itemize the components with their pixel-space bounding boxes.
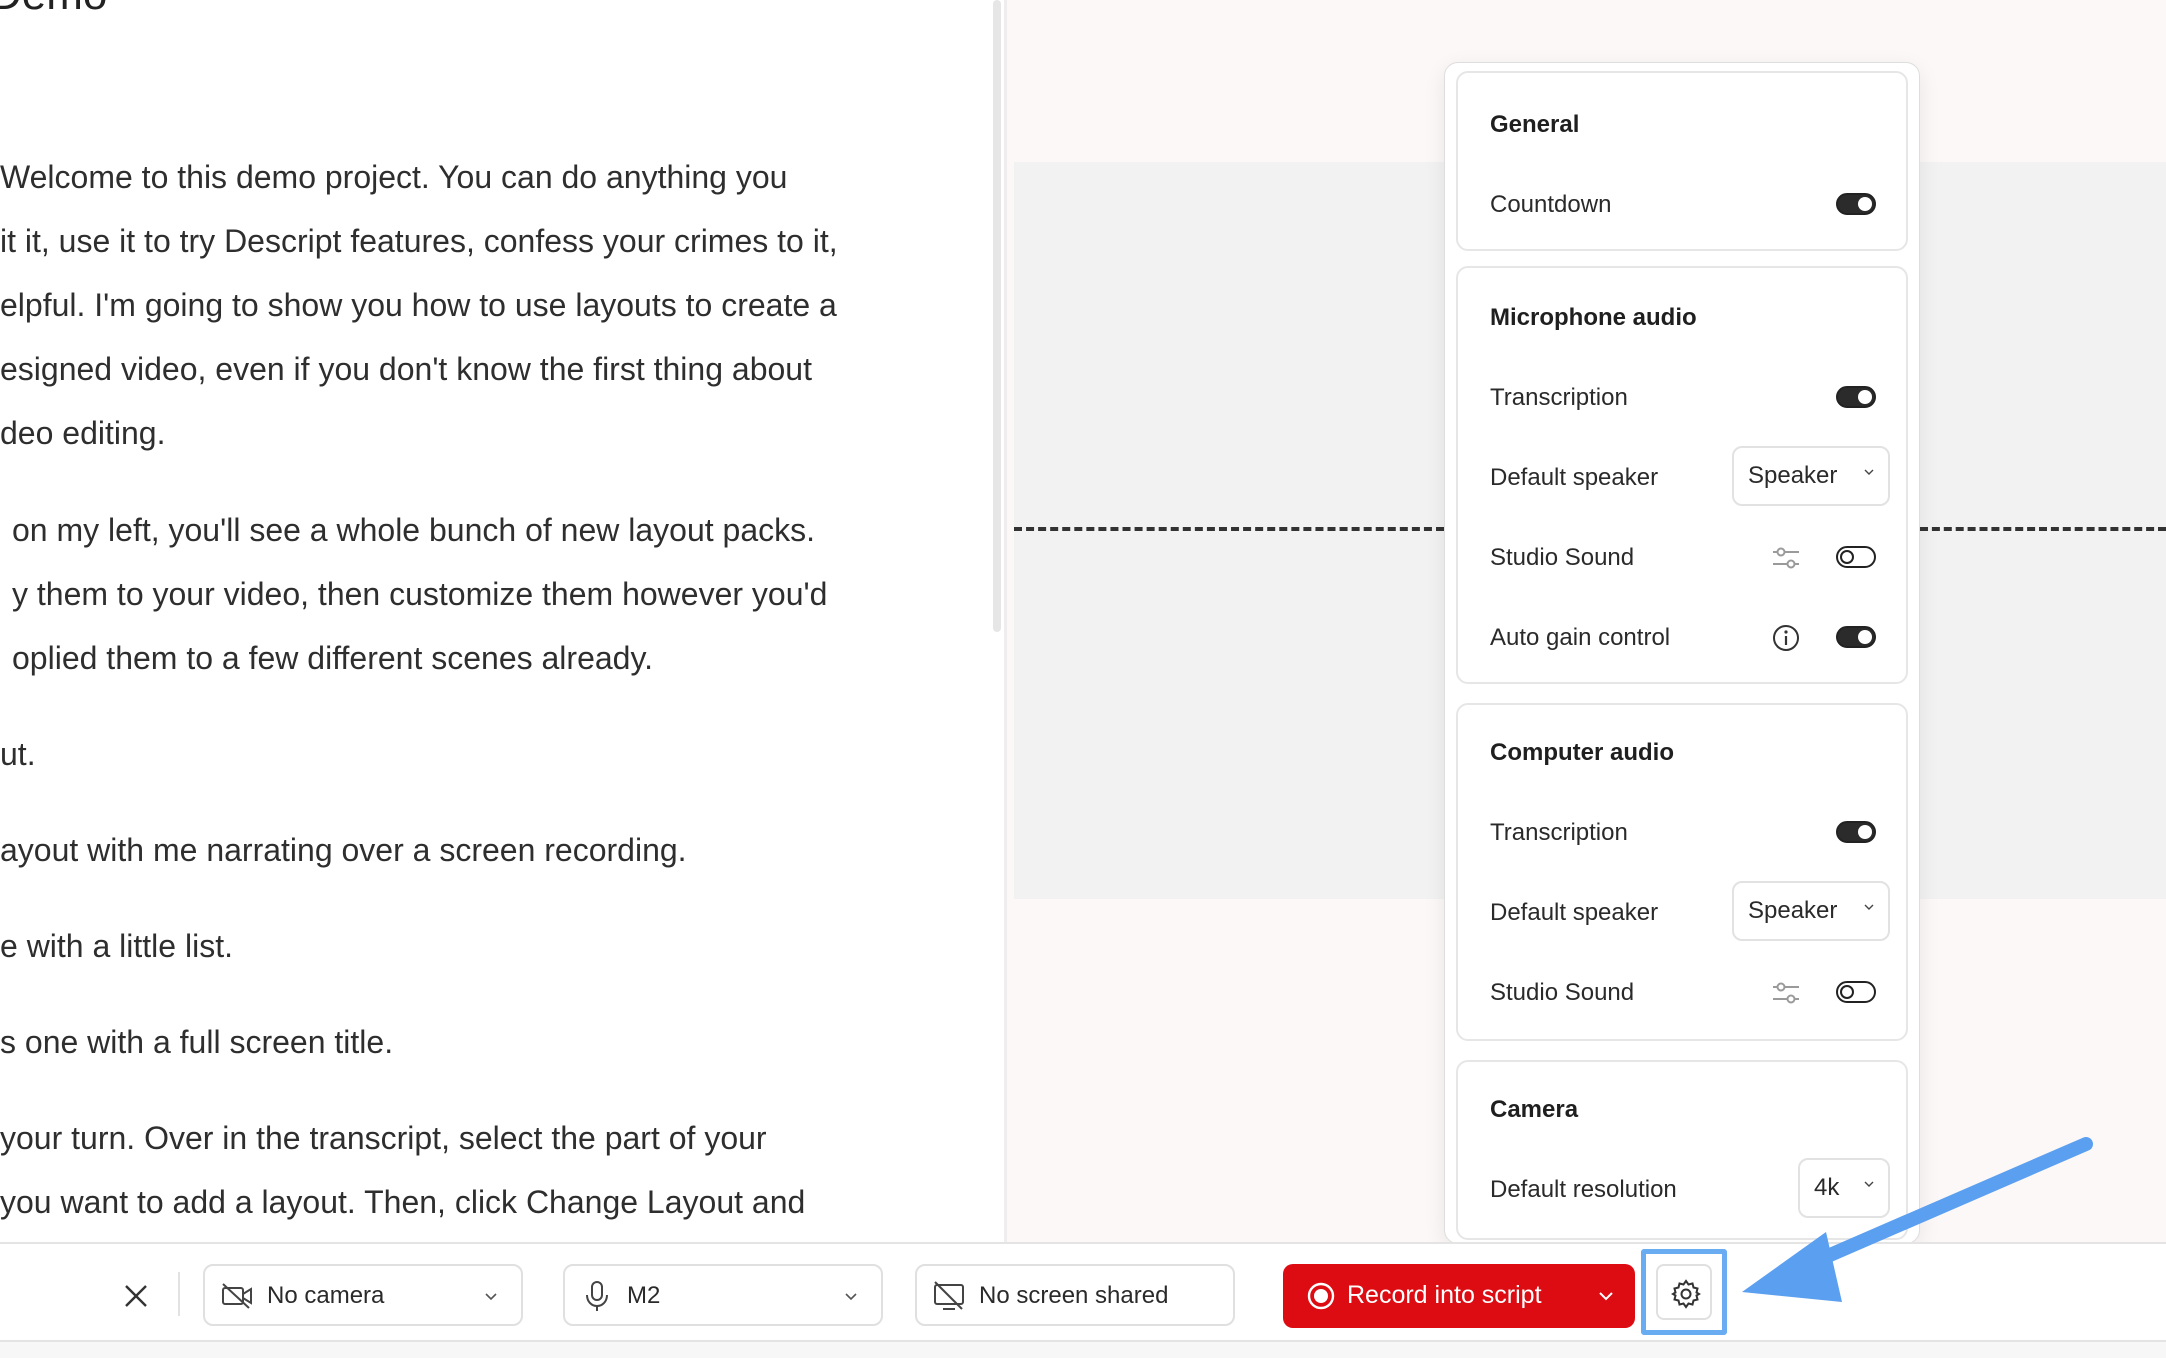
dashed-guide-left — [1014, 527, 1444, 531]
gear-icon — [1671, 1279, 1701, 1309]
script-scrollbar[interactable] — [993, 0, 1001, 632]
computer-audio-card: Computer audio Transcription Default spe… — [1456, 703, 1908, 1041]
script-line: Welcome to this demo project. You can do… — [0, 159, 788, 195]
record-button-label: Record into script — [1347, 1281, 1542, 1309]
script-line: esigned video, even if you don't know th… — [0, 351, 812, 387]
script-line: ayout with me narrating over a screen re… — [0, 832, 687, 868]
general-card: General Countdown — [1456, 71, 1908, 251]
countdown-label: Countdown — [1490, 191, 1612, 218]
window-bottom-edge — [0, 1342, 2166, 1358]
auto-gain-label: Auto gain control — [1490, 624, 1671, 651]
general-title: General — [1490, 111, 1580, 138]
mic-default-speaker-label: Default speaker — [1490, 464, 1659, 491]
countdown-toggle[interactable] — [1836, 193, 1876, 215]
microphone-icon — [586, 1281, 608, 1311]
computer-studio-sound-label: Studio Sound — [1490, 979, 1635, 1006]
script-paragraph[interactable]: Welcome to this demo project. You can do… — [0, 145, 838, 465]
script-title: Demo — [0, 0, 107, 20]
computer-transcription-toggle[interactable] — [1836, 821, 1876, 843]
script-editor[interactable]: Demo Welcome to this demo project. You c… — [0, 0, 1000, 1242]
microphone-audio-title: Microphone audio — [1490, 304, 1697, 331]
auto-gain-toggle[interactable] — [1836, 626, 1876, 648]
camera-off-icon — [222, 1283, 252, 1309]
toolbar-separator — [178, 1272, 180, 1316]
microphone-select-label: M2 — [627, 1282, 661, 1309]
chevron-down-icon — [485, 1293, 497, 1301]
close-icon[interactable] — [120, 1280, 152, 1312]
camera-title: Camera — [1490, 1096, 1579, 1123]
mic-default-speaker-value: Speaker — [1748, 462, 1838, 489]
chevron-down-icon[interactable] — [1599, 1289, 1613, 1303]
recording-settings-button[interactable] — [1641, 1249, 1727, 1335]
annotation-arrow — [1742, 1137, 2093, 1302]
mic-studio-sound-toggle[interactable] — [1836, 546, 1876, 568]
chevron-down-icon — [1864, 469, 1874, 475]
chevron-down-icon — [1864, 904, 1874, 910]
recording-settings-popover: General Countdown Microphone audio Trans… — [1444, 62, 1920, 1244]
computer-studio-sound-toggle[interactable] — [1836, 981, 1876, 1003]
computer-default-speaker-select[interactable]: Speaker — [1732, 881, 1890, 941]
script-line: e with a little list. — [0, 928, 233, 964]
script-line: you want to add a layout. Then, click Ch… — [0, 1184, 806, 1220]
computer-default-speaker-value: Speaker — [1748, 897, 1838, 924]
dashed-guide-right — [1920, 527, 2166, 531]
chevron-down-icon — [845, 1293, 857, 1301]
script-line: deo editing. — [0, 415, 166, 451]
script-line: on my left, you'll see a whole bunch of … — [12, 512, 815, 548]
computer-audio-title: Computer audio — [1490, 739, 1674, 766]
microphone-audio-card: Microphone audio Transcription Default s… — [1456, 266, 1908, 684]
script-line: ut. — [0, 736, 36, 772]
info-icon[interactable] — [1770, 622, 1802, 654]
mic-transcription-toggle[interactable] — [1836, 386, 1876, 408]
script-paragraph[interactable]: your turn. Over in the transcript, selec… — [0, 1106, 805, 1234]
screen-share-select[interactable]: No screen shared — [915, 1264, 1235, 1326]
script-line: y them to your video, then customize the… — [12, 576, 828, 612]
microphone-select[interactable]: M2 — [563, 1264, 883, 1326]
default-resolution-label: Default resolution — [1490, 1176, 1677, 1203]
computer-default-speaker-label: Default speaker — [1490, 899, 1659, 926]
script-paragraph[interactable]: e with a little list. — [0, 914, 233, 978]
script-paragraph[interactable]: ayout with me narrating over a screen re… — [0, 818, 687, 882]
script-paragraph[interactable]: ut. — [0, 722, 36, 786]
mic-transcription-label: Transcription — [1490, 384, 1628, 411]
script-paragraph[interactable]: on my left, you'll see a whole bunch of … — [12, 498, 827, 690]
record-icon — [1307, 1282, 1335, 1310]
mic-studio-sound-label: Studio Sound — [1490, 544, 1635, 571]
script-line: s one with a full screen title. — [0, 1024, 394, 1060]
computer-transcription-label: Transcription — [1490, 819, 1628, 846]
mic-default-speaker-select[interactable]: Speaker — [1732, 446, 1890, 506]
screen-off-icon — [934, 1281, 964, 1310]
camera-select[interactable]: No camera — [203, 1264, 523, 1326]
script-line: oplied them to a few different scenes al… — [12, 640, 653, 676]
sliders-icon[interactable] — [1770, 542, 1802, 574]
camera-select-label: No camera — [267, 1282, 385, 1309]
script-line: elpful. I'm going to show you how to use… — [0, 287, 837, 323]
record-into-script-button[interactable]: Record into script — [1283, 1264, 1635, 1328]
script-paragraph[interactable]: s one with a full screen title. — [0, 1010, 393, 1074]
screen-share-label: No screen shared — [979, 1282, 1169, 1309]
script-line: your turn. Over in the transcript, selec… — [0, 1120, 767, 1156]
script-line: it it, use it to try Descript features, … — [0, 223, 838, 259]
sliders-icon[interactable] — [1770, 977, 1802, 1009]
